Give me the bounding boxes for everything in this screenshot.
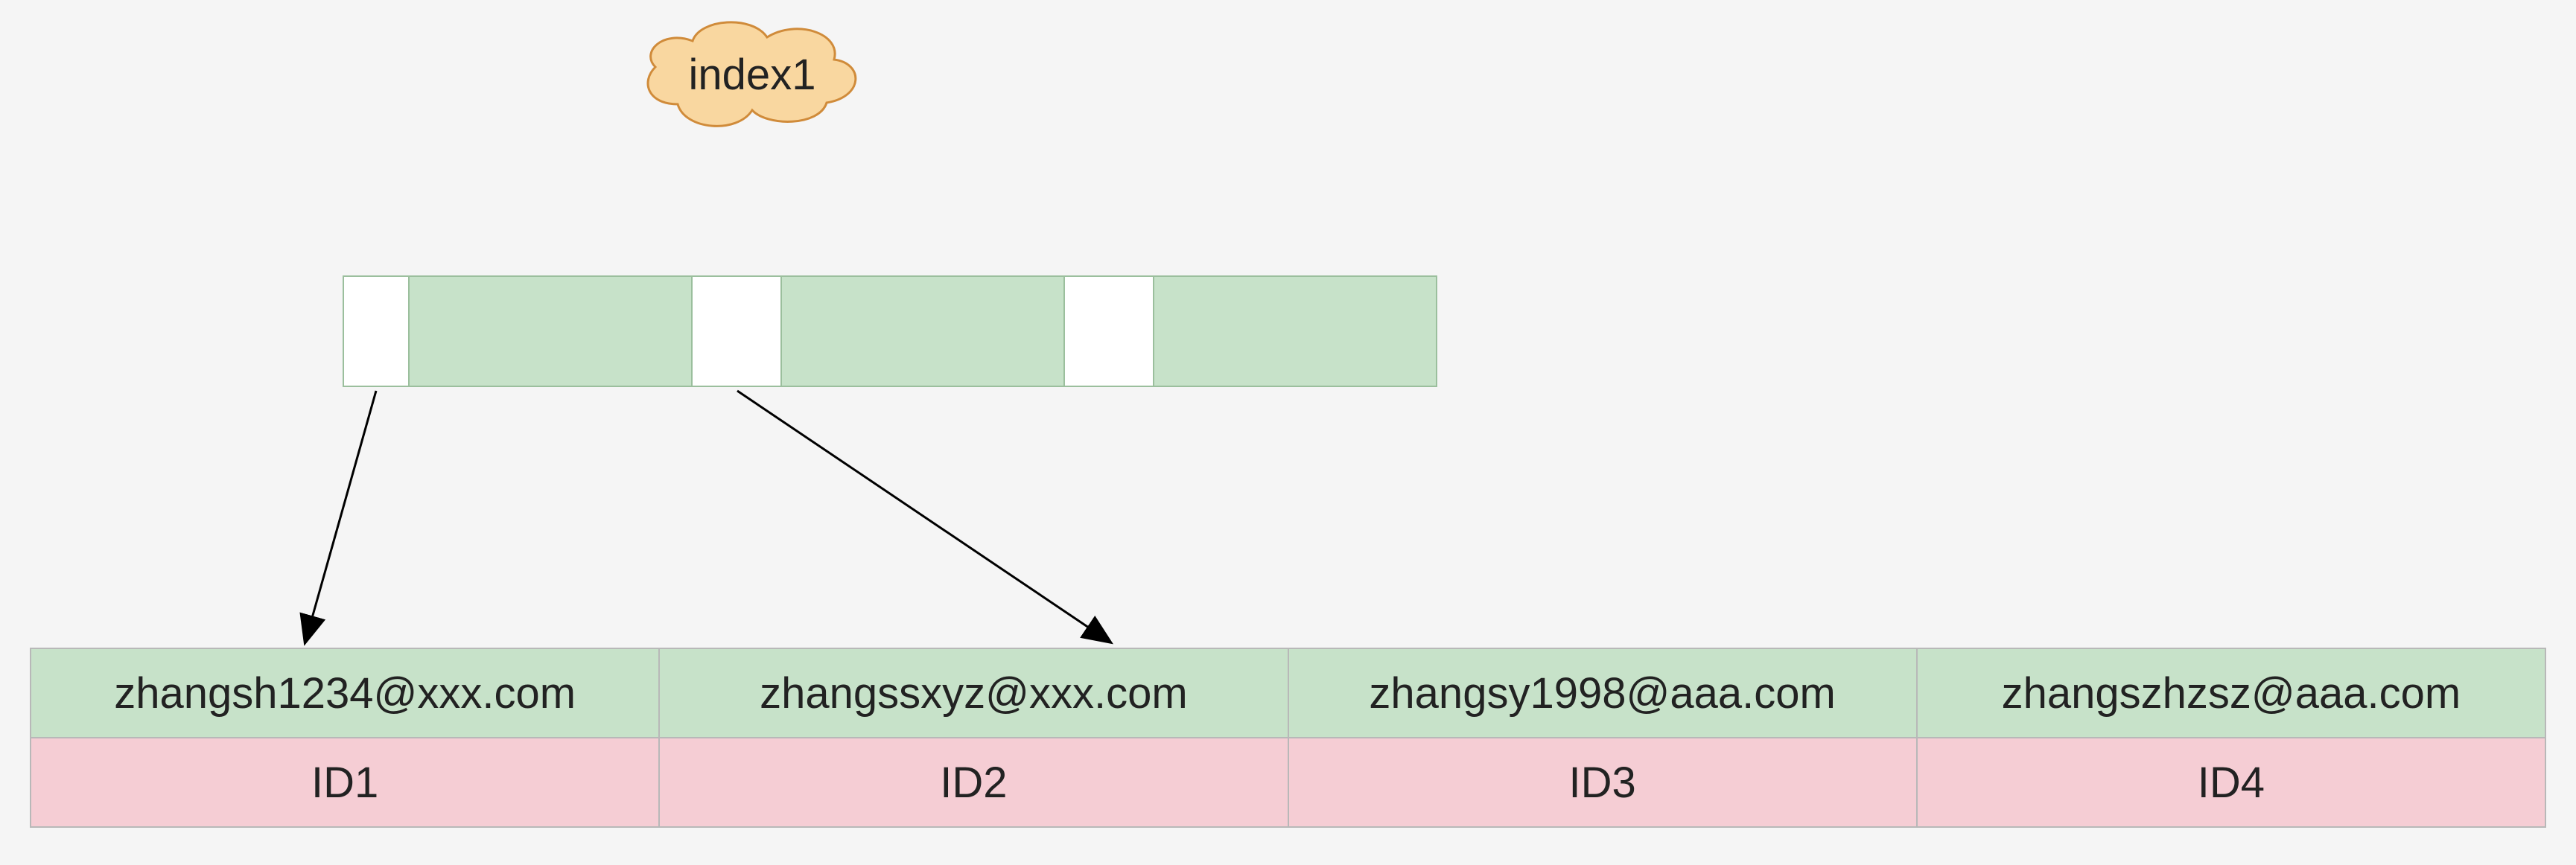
index-slot-pointer [693,275,782,387]
email-cell: zhangsy1998@aaa.com [1288,648,1917,738]
id-cell: ID2 [659,738,1288,827]
index-slot-data [1154,275,1437,387]
pointer-arrow-icon [305,391,376,642]
index-slot-data [782,275,1065,387]
id-cell: ID1 [31,738,659,827]
index-cloud-label: index1 [633,15,871,134]
id-row: ID1 ID2 ID3 ID4 [31,738,2545,827]
index-blocks-row [343,275,1437,387]
index-slot-pointer [1065,275,1154,387]
index-cloud: index1 [633,15,871,134]
index-slot-data [410,275,693,387]
email-cell: zhangsh1234@xxx.com [31,648,659,738]
email-cell: zhangssxyz@xxx.com [659,648,1288,738]
email-cell: zhangszhzsz@aaa.com [1917,648,2545,738]
records-table: zhangsh1234@xxx.com zhangssxyz@xxx.com z… [30,648,2546,828]
id-cell: ID3 [1288,738,1917,827]
id-cell: ID4 [1917,738,2545,827]
pointer-arrow-icon [737,391,1110,642]
index-slot-pointer [343,275,410,387]
email-row: zhangsh1234@xxx.com zhangssxyz@xxx.com z… [31,648,2545,738]
